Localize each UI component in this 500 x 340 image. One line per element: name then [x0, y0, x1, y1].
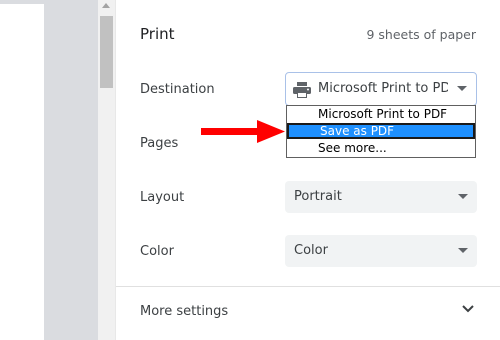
printer-icon: [293, 82, 311, 98]
destination-value: Microsoft Print to PDF: [318, 81, 448, 96]
divider: [116, 286, 500, 287]
color-select[interactable]: Color: [285, 235, 477, 267]
preview-scrollbar[interactable]: [98, 0, 115, 340]
pages-label: Pages: [140, 136, 179, 151]
color-value: Color: [294, 243, 328, 258]
option-save-as-pdf[interactable]: Save as PDF: [287, 123, 475, 139]
destination-dropdown-list: Microsoft Print to PDF Save as PDF See m…: [286, 105, 476, 158]
layout-value: Portrait: [294, 189, 342, 204]
print-preview-area: [0, 0, 98, 340]
chevron-down-icon: [458, 248, 468, 253]
option-microsoft-print-to-pdf[interactable]: Microsoft Print to PDF: [287, 106, 475, 122]
layout-label: Layout: [140, 190, 185, 205]
scroll-thumb[interactable]: [100, 16, 113, 88]
more-settings-label[interactable]: More settings: [140, 304, 228, 319]
color-label: Color: [140, 244, 174, 259]
sheet-count: 9 sheets of paper: [366, 27, 476, 42]
option-see-more[interactable]: See more...: [287, 140, 475, 156]
expand-chevron-icon[interactable]: [462, 304, 474, 314]
page-title: Print: [140, 25, 175, 43]
destination-label: Destination: [140, 82, 215, 97]
preview-page: [0, 4, 44, 340]
layout-select[interactable]: Portrait: [285, 181, 477, 213]
print-settings-panel: Print 9 sheets of paper Destination Micr…: [115, 0, 500, 340]
chevron-down-icon: [458, 194, 468, 199]
destination-select[interactable]: Microsoft Print to PDF: [285, 72, 477, 106]
red-arrow-annotation-icon: [201, 120, 285, 143]
scroll-up-arrow-icon[interactable]: [102, 3, 110, 8]
chevron-down-icon: [457, 86, 467, 91]
